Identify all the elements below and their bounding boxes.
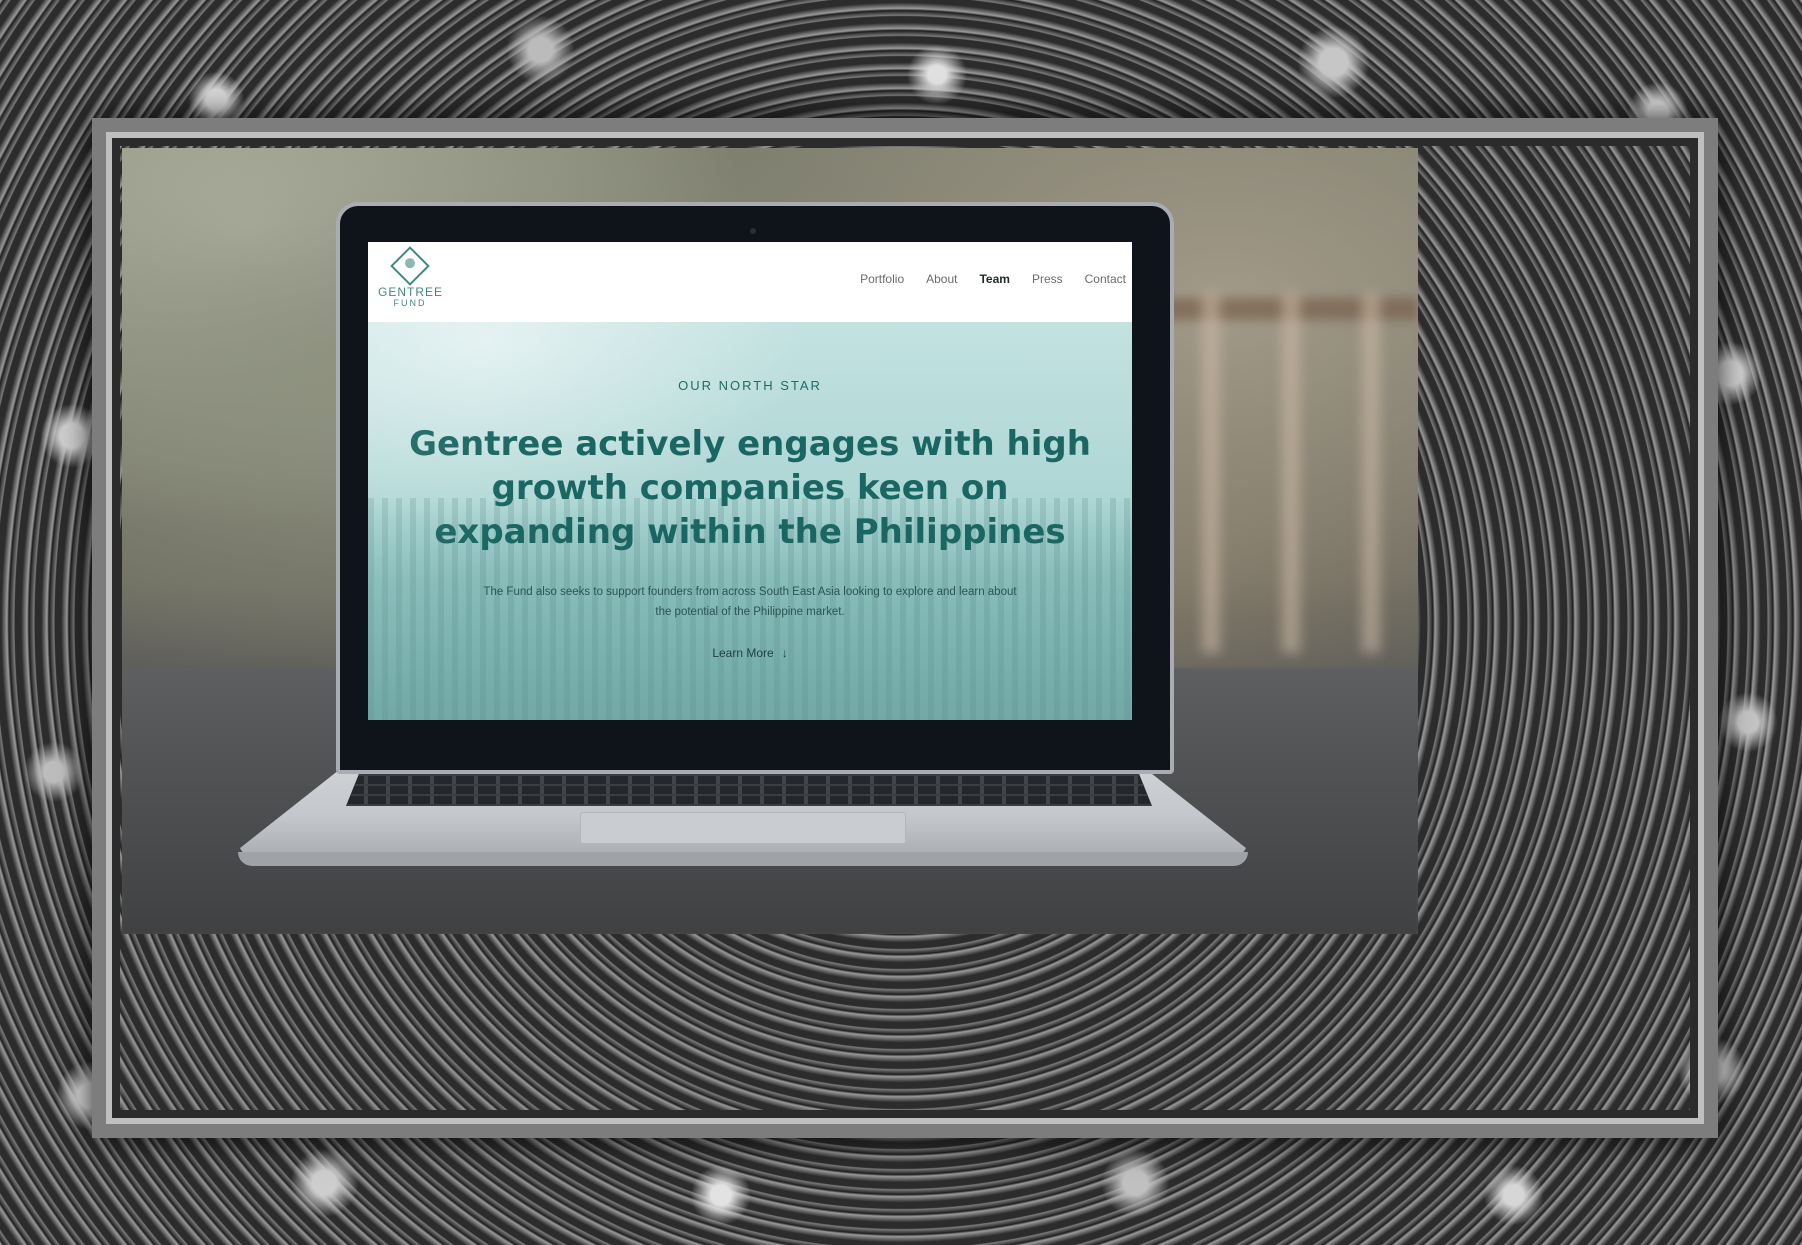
- hero-body: The Fund also seeks to support founders …: [483, 586, 1017, 618]
- laptop-screen: GENTREE FUND Portfolio About Team Press …: [368, 242, 1132, 720]
- nav-team[interactable]: Team: [979, 272, 1009, 286]
- nav-contact[interactable]: Contact: [1085, 272, 1126, 286]
- main-nav: Portfolio About Team Press Contact: [860, 272, 1126, 286]
- background-railing: [1162, 293, 1418, 653]
- learn-more-label: Learn More: [712, 646, 774, 660]
- laptop-trackpad: [580, 812, 906, 844]
- logo-name: GENTREE: [378, 285, 444, 299]
- hero-section: OUR NORTH STAR Gentree actively engages …: [368, 322, 1132, 720]
- tree-diamond-icon: [390, 246, 430, 286]
- nav-press[interactable]: Press: [1032, 272, 1063, 286]
- hero-eyebrow: OUR NORTH STAR: [678, 378, 822, 393]
- nav-portfolio[interactable]: Portfolio: [860, 272, 904, 286]
- laptop-front-edge: [238, 852, 1248, 866]
- webcam: [750, 228, 756, 234]
- site-header: GENTREE FUND Portfolio About Team Press …: [368, 242, 1132, 322]
- learn-more-link[interactable]: Learn More ↓: [368, 646, 1132, 660]
- nav-about[interactable]: About: [926, 272, 957, 286]
- site-logo[interactable]: GENTREE FUND: [378, 246, 444, 316]
- hero-headline: Gentree actively engages with high growt…: [409, 424, 1091, 552]
- logo-sub: FUND: [393, 298, 427, 308]
- arrow-down-icon: ↓: [781, 646, 788, 660]
- framed-photo: GENTREE FUND Portfolio About Team Press …: [122, 148, 1418, 934]
